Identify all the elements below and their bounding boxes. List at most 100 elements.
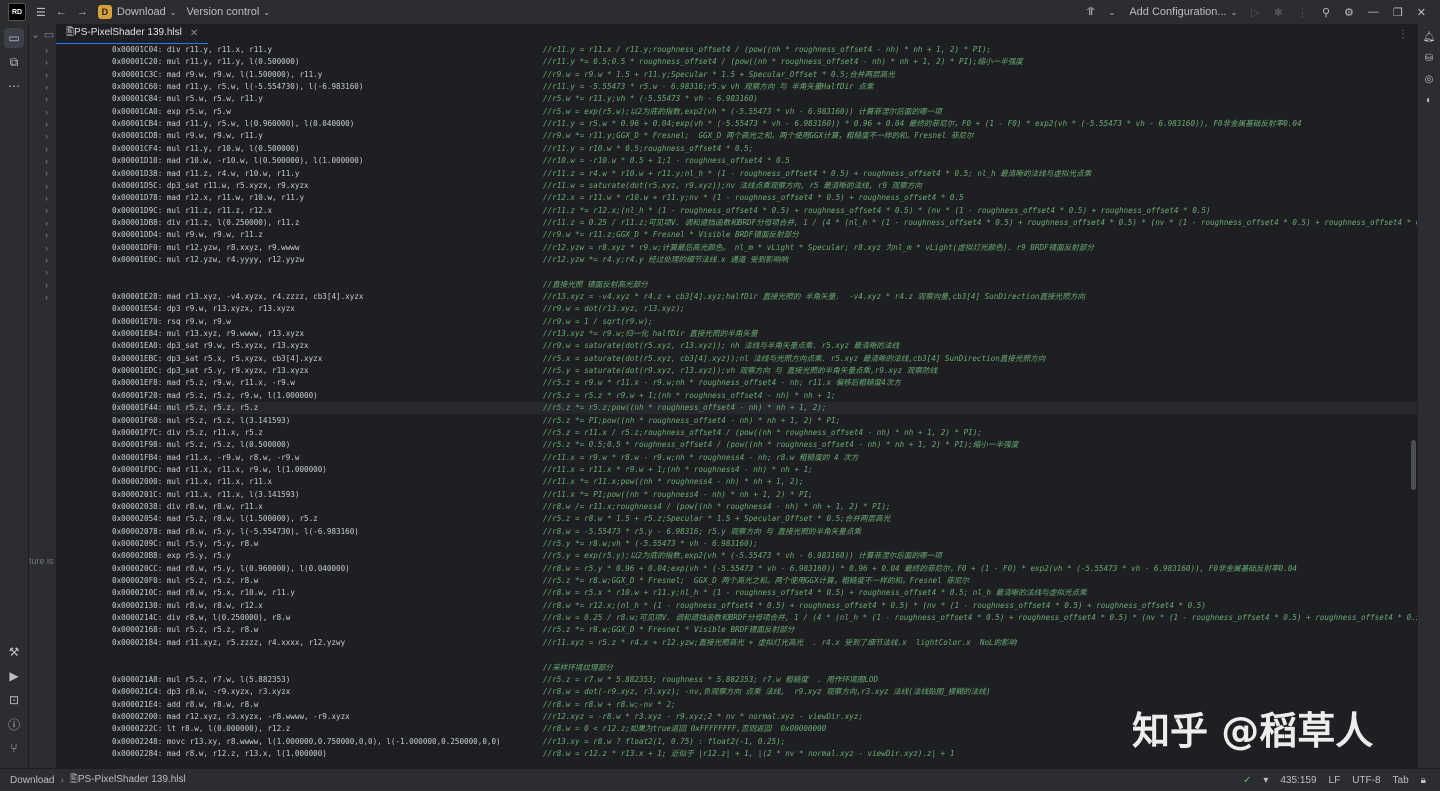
code-line[interactable]: 4440x00002054: mad r5.z, r8.w, l(1.50000… xyxy=(112,513,1418,525)
file-encoding[interactable]: UTF-8 xyxy=(1352,775,1380,786)
database-icon[interactable]: ⛁ xyxy=(1421,50,1437,66)
services-icon[interactable]: ▶ xyxy=(4,666,24,686)
code-line[interactable]: 4310x00001EBC: dp3_sat r5.x, r5.xyzx, cb… xyxy=(112,353,1418,365)
line-gutter[interactable] xyxy=(56,44,112,768)
code-line[interactable]: 4270x00001E54: dp3 r9.w, r13.xyzx, r13.x… xyxy=(112,303,1418,315)
code-line[interactable]: 4490x000020F0: mul r5.z, r5.z, r8.w//r5.… xyxy=(112,575,1418,587)
code-line[interactable]: 4070x00001C20: mul r11.y, r11.y, l(0.500… xyxy=(112,56,1418,68)
version-control-menu[interactable]: Version control ⌄ xyxy=(187,6,270,18)
tree-expand-icon[interactable]: › xyxy=(29,118,56,130)
tree-expand-icon[interactable]: › xyxy=(29,155,56,167)
vcs-icon[interactable]: ⥣ xyxy=(1087,6,1095,19)
ai-assistant-icon[interactable]: ◎ xyxy=(1421,71,1437,87)
tree-expand-icon[interactable]: › xyxy=(29,93,56,105)
terminal-icon[interactable]: ⊡ xyxy=(4,690,24,710)
code-area[interactable]: 4060x00001C04: div r11.y, r11.x, r11.y//… xyxy=(112,44,1418,768)
expand-folder-icon[interactable]: ⌄ xyxy=(31,28,40,41)
code-line[interactable]: 4220x00001DF0: mul r12.yzw, r8.xxyz, r9.… xyxy=(112,242,1418,254)
code-line[interactable]: 425//直接光照 镜面反射高光部分 xyxy=(112,279,1418,291)
search-icon[interactable]: ⚲ xyxy=(1322,6,1330,19)
main-menu-icon[interactable]: ☰ xyxy=(36,6,46,19)
tree-expand-icon[interactable]: › xyxy=(29,180,56,192)
inspection-ok-icon[interactable]: ✓ xyxy=(1243,775,1251,786)
tree-expand-icon[interactable]: › xyxy=(29,106,56,118)
code-line[interactable]: 4080x00001C3C: mad r9.w, r9.w, l(1.50000… xyxy=(112,69,1418,81)
build-icon[interactable]: ⚒ xyxy=(4,642,24,662)
code-line[interactable]: 4210x00001DD4: mul r9.w, r9.w, r11.z//r9… xyxy=(112,229,1418,241)
code-line[interactable]: 424 xyxy=(112,266,1418,278)
code-line[interactable]: 4190x00001D9C: mul r11.z, r11.z, r12.x//… xyxy=(112,205,1418,217)
code-line[interactable]: 4100x00001C84: mul r5.w, r5.w, r11.y//r5… xyxy=(112,93,1418,105)
back-icon[interactable]: ← xyxy=(56,6,67,18)
code-line[interactable]: 456//采样环境纹理部分 xyxy=(112,662,1418,674)
tab-options-icon[interactable]: ⋮ xyxy=(1398,29,1408,40)
minimize-icon[interactable]: — xyxy=(1368,6,1379,18)
tree-expand-icon[interactable]: › xyxy=(29,192,56,204)
code-line[interactable]: 4060x00001C04: div r11.y, r11.x, r11.y//… xyxy=(112,44,1418,56)
code-line[interactable]: 4390x00001FB4: mad r11.x, -r9.w, r8.w, -… xyxy=(112,452,1418,464)
code-line[interactable]: 4430x00002038: div r8.w, r8.w, r11.x//r8… xyxy=(112,501,1418,513)
forward-icon[interactable]: → xyxy=(77,6,88,18)
code-line[interactable]: 4530x00002168: mul r5.z, r5.z, r8.w//r5.… xyxy=(112,624,1418,636)
code-line[interactable]: 4510x00002130: mul r8.w, r8.w, r12.x//r8… xyxy=(112,600,1418,612)
debug-icon[interactable]: ✱ xyxy=(1274,6,1283,19)
code-line[interactable]: 4360x00001F60: mul r5.z, r5.z, l(3.14159… xyxy=(112,415,1418,427)
code-line[interactable]: 4520x0000214C: div r8.w, l(0.250000), r8… xyxy=(112,612,1418,624)
tree-expand-icon[interactable]: › xyxy=(29,167,56,179)
code-line[interactable]: 4420x0000201C: mul r11.x, r11.x, l(3.141… xyxy=(112,489,1418,501)
code-line[interactable]: 4480x000020CC: mad r8.w, r5.y, l(0.96000… xyxy=(112,563,1418,575)
git-icon[interactable]: ⑂ xyxy=(4,738,24,758)
tree-expand-icon[interactable]: › xyxy=(29,242,56,254)
code-line[interactable]: 4130x00001CD8: mul r9.w, r9.w, r11.y//r9… xyxy=(112,130,1418,142)
settings-icon[interactable]: ⚙ xyxy=(1344,6,1354,19)
folder-icon[interactable]: ▭ xyxy=(44,28,54,41)
tree-expand-icon[interactable]: › xyxy=(29,229,56,241)
project-switcher[interactable]: D Download ⌄ xyxy=(97,5,177,19)
code-line[interactable]: 4540x00002184: mad r11.xyz, r5.zzzz, r4.… xyxy=(112,637,1418,649)
code-line[interactable]: 4170x00001D5C: dp3_sat r11.w, r5.xyzx, r… xyxy=(112,180,1418,192)
code-line[interactable]: 4460x0000209C: mul r5.y, r5.y, r8.w//r5.… xyxy=(112,538,1418,550)
code-line[interactable]: 4470x000020B8: exp r5.y, r5.y//r5.y = ex… xyxy=(112,550,1418,562)
code-line[interactable]: 4330x00001EF8: mad r5.z, r9.w, r11.x, -r… xyxy=(112,377,1418,389)
project-folder-icon[interactable]: ▭ xyxy=(4,28,24,48)
code-line[interactable]: 4290x00001E84: mul r13.xyz, r9.wwww, r13… xyxy=(112,328,1418,340)
tree-expand-icon[interactable]: › xyxy=(29,69,56,81)
code-line[interactable]: 4110x00001CA0: exp r5.w, r5.w//r5.w = ex… xyxy=(112,106,1418,118)
run-icon[interactable]: ▷ xyxy=(1251,6,1259,19)
tree-expand-icon[interactable]: › xyxy=(29,254,56,266)
problems-icon[interactable]: ⓘ xyxy=(4,714,24,734)
code-line[interactable]: 4150x00001D10: mad r10.w, -r10.w, l(0.50… xyxy=(112,155,1418,167)
tree-expand-icon[interactable]: › xyxy=(29,81,56,93)
indent-setting[interactable]: Tab xyxy=(1393,775,1409,786)
code-line[interactable]: 4350x00001F44: mul r5.z, r5.z, r5.z//r5.… xyxy=(112,402,1418,415)
run-config-selector[interactable]: Add Configuration... ⌄ xyxy=(1129,6,1237,18)
code-line[interactable]: 4500x0000210C: mad r8.w, r5.x, r10.w, r1… xyxy=(112,587,1418,599)
notifications-icon[interactable]: 🔔︎ xyxy=(1421,29,1437,45)
code-line[interactable]: 4230x00001E0C: mul r12.yzw, r4.yyyy, r12… xyxy=(112,254,1418,266)
ide-logo-icon[interactable]: RD xyxy=(8,3,26,21)
code-line[interactable]: 455 xyxy=(112,649,1418,661)
structure-icon[interactable]: ⧉ xyxy=(4,52,24,72)
more-icon[interactable]: ⋮ xyxy=(1297,6,1308,19)
maximize-icon[interactable]: ❐ xyxy=(1393,6,1403,19)
code-line[interactable]: 4200x00001DB8: div r11.z, l(0.250000), r… xyxy=(112,217,1418,229)
code-line[interactable]: 4380x00001F98: mul r5.z, r5.z, l(0.50000… xyxy=(112,439,1418,451)
lock-icon[interactable]: 🔒︎ xyxy=(1421,775,1426,786)
code-line[interactable]: 4580x000021C4: dp3 r8.w, -r9.xyzx, r3.xy… xyxy=(112,686,1418,698)
code-line[interactable]: 4450x00002078: mad r8.w, r5.y, l(-5.5547… xyxy=(112,526,1418,538)
tree-expand-icon[interactable]: › xyxy=(29,279,56,291)
close-icon[interactable]: ✕ xyxy=(190,28,198,39)
code-line[interactable]: 4260x00001E28: mad r13.xyz, -v4.xyzx, r4… xyxy=(112,291,1418,303)
spinner-icon[interactable]: ▾ xyxy=(1263,775,1268,786)
code-line[interactable]: 4340x00001F20: mad r5.z, r5.z, r9.w, l(1… xyxy=(112,390,1418,402)
code-line[interactable]: 4300x00001EA0: dp3_sat r9.w, r5.xyzx, r1… xyxy=(112,340,1418,352)
tree-expand-icon[interactable]: › xyxy=(29,266,56,278)
tree-expand-icon[interactable]: › xyxy=(29,291,56,303)
code-line[interactable]: 4570x000021A8: mul r5.z, r7.w, l(5.88235… xyxy=(112,674,1418,686)
shader-preview-icon[interactable]: ◐ xyxy=(1421,92,1437,108)
code-editor[interactable]: 4060x00001C04: div r11.y, r11.x, r11.y//… xyxy=(56,44,1418,768)
tree-expand-icon[interactable]: › xyxy=(29,130,56,142)
vertical-scrollbar[interactable] xyxy=(1411,440,1416,490)
code-line[interactable]: 4180x00001D78: mad r12.x, r11.w, r10.w, … xyxy=(112,192,1418,204)
tree-expand-icon[interactable]: › xyxy=(29,44,56,56)
